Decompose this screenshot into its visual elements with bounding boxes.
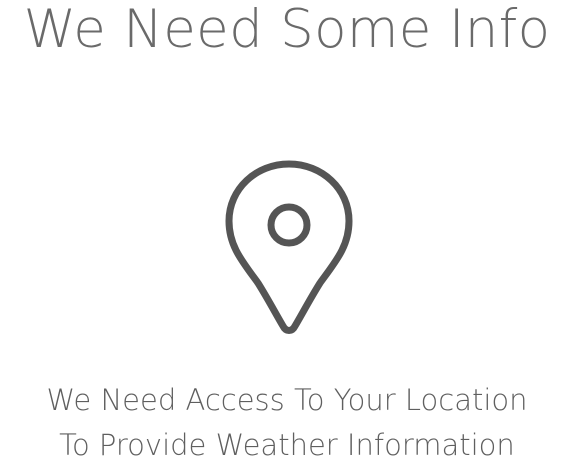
message-line-1: We Need Access To Your Location [46,383,528,417]
location-pin-icon [222,158,356,340]
message-line-2: To Provide Weather Information [59,428,515,462]
permission-message: We Need Access To Your Location To Provi… [0,378,574,468]
location-permission-screen: We Need Some Info We Need Access To Your… [0,0,574,462]
page-title: We Need Some Info [23,0,551,60]
